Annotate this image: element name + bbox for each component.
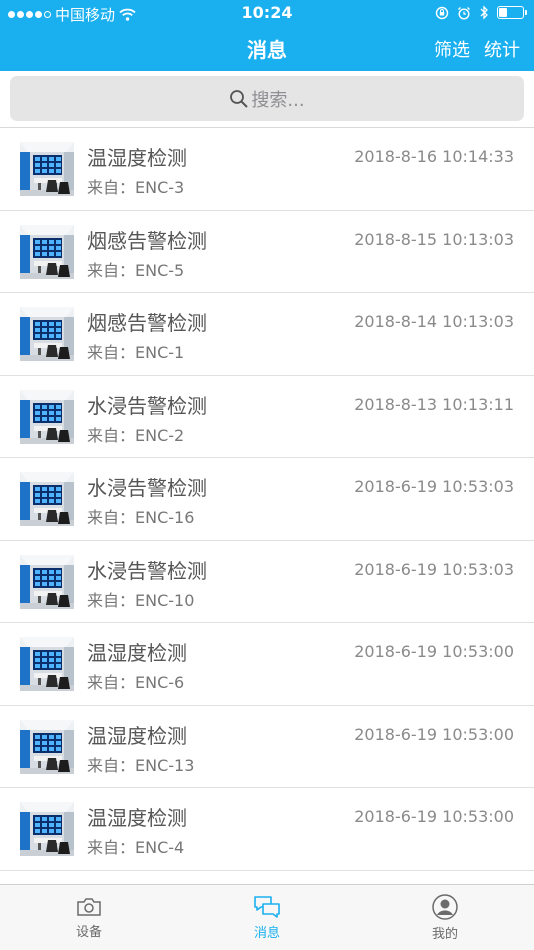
message-time: 2018-6-19 10:53:03 bbox=[354, 477, 514, 496]
alarm-icon bbox=[458, 6, 470, 20]
room-thumbnail bbox=[20, 389, 74, 444]
message-source: 来自：ENC-5 bbox=[87, 260, 185, 280]
list-item[interactable]: 烟感告警检测 来自：ENC-1 2018-8-14 10:13:03 bbox=[0, 293, 534, 376]
stats-button[interactable]: 统计 bbox=[484, 36, 520, 62]
tab-profile[interactable]: 我的 bbox=[356, 885, 534, 950]
list-item[interactable]: 温湿度检测 来自：ENC-3 2018-8-16 10:14:33 bbox=[0, 128, 534, 211]
message-source: 来自：ENC-2 bbox=[87, 425, 185, 445]
list-item[interactable]: 温湿度检测 来自：ENC-13 2018-6-19 10:53:00 bbox=[0, 706, 534, 788]
message-source: 来自：ENC-10 bbox=[87, 590, 195, 610]
message-title: 水浸告警检测 bbox=[87, 393, 207, 418]
message-title: 温湿度检测 bbox=[87, 723, 187, 748]
profile-icon bbox=[432, 894, 458, 920]
message-title: 温湿度检测 bbox=[87, 806, 187, 830]
message-time: 2018-8-16 10:14:33 bbox=[354, 147, 514, 166]
message-source: 来自：ENC-4 bbox=[87, 838, 185, 857]
message-source: 来自：ENC-1 bbox=[87, 343, 185, 362]
message-time: 2018-8-13 10:13:11 bbox=[354, 394, 514, 414]
search-input[interactable]: 搜索... bbox=[10, 76, 524, 121]
list-item[interactable]: 水浸告警检测 来自：ENC-2 2018-8-13 10:13:11 bbox=[0, 376, 534, 458]
room-thumbnail bbox=[20, 554, 74, 609]
message-time: 2018-8-14 10:13:03 bbox=[354, 312, 514, 331]
nav-actions: 筛选 统计 bbox=[434, 36, 520, 62]
message-time: 2018-8-15 10:13:03 bbox=[354, 229, 514, 249]
room-thumbnail bbox=[20, 307, 74, 361]
status-right bbox=[435, 5, 527, 20]
message-title: 烟感告警检测 bbox=[87, 228, 207, 253]
room-thumbnail bbox=[20, 802, 74, 856]
chat-icon bbox=[254, 896, 280, 918]
message-title: 温湿度检测 bbox=[87, 641, 187, 665]
search-placeholder: 搜索... bbox=[251, 89, 305, 111]
status-bar: 中国移动 10:24 bbox=[0, 0, 534, 26]
message-source: 来自：ENC-13 bbox=[87, 755, 195, 775]
tab-label: 设备 bbox=[75, 925, 102, 940]
message-title: 温湿度检测 bbox=[87, 146, 187, 170]
tab-devices[interactable]: 设备 bbox=[0, 885, 178, 950]
list-item[interactable]: 温湿度检测 来自：ENC-6 2018-6-19 10:53:00 bbox=[0, 623, 534, 706]
message-source: 来自：ENC-6 bbox=[87, 673, 185, 692]
tab-bar: 设备 消息 我的 bbox=[0, 884, 534, 950]
message-source: 来自：ENC-3 bbox=[87, 178, 185, 197]
list-item[interactable]: 水浸告警检测 来自：ENC-16 2018-6-19 10:53:03 bbox=[0, 458, 534, 541]
room-thumbnail bbox=[20, 224, 74, 279]
list-item[interactable]: 水浸告警检测 来自：ENC-10 2018-6-19 10:53:03 bbox=[0, 541, 534, 623]
message-time: 2018-6-19 10:53:03 bbox=[354, 559, 514, 579]
message-time: 2018-6-19 10:53:00 bbox=[354, 807, 514, 826]
room-thumbnail bbox=[20, 142, 74, 196]
battery-icon bbox=[497, 6, 527, 19]
message-title: 水浸告警检测 bbox=[87, 558, 207, 583]
tab-messages[interactable]: 消息 bbox=[178, 885, 356, 950]
header: 中国移动 10:24 消息 筛选 统计 bbox=[0, 0, 534, 71]
message-title: 烟感告警检测 bbox=[87, 311, 207, 335]
room-thumbnail bbox=[20, 719, 74, 774]
message-title: 水浸告警检测 bbox=[87, 476, 207, 500]
camera-icon bbox=[77, 898, 101, 916]
message-list: 温湿度检测 来自：ENC-3 2018-8-16 10:14:33 烟感告警检测… bbox=[0, 128, 534, 884]
filter-button[interactable]: 筛选 bbox=[434, 36, 470, 62]
list-item[interactable]: 烟感告警检测 来自：ENC-5 2018-8-15 10:13:03 bbox=[0, 211, 534, 293]
room-thumbnail bbox=[20, 637, 74, 691]
list-item[interactable]: 温湿度检测 来自：ENC-4 2018-6-19 10:53:00 bbox=[0, 788, 534, 871]
room-thumbnail bbox=[20, 472, 74, 526]
message-time: 2018-6-19 10:53:00 bbox=[354, 724, 514, 744]
search-area: 搜索... bbox=[0, 71, 534, 128]
tab-label: 我的 bbox=[431, 927, 458, 942]
orientation-lock-icon bbox=[435, 6, 449, 19]
search-icon bbox=[230, 89, 249, 108]
tab-label: 消息 bbox=[253, 926, 280, 941]
bluetooth-icon bbox=[480, 5, 488, 20]
message-source: 来自：ENC-16 bbox=[87, 508, 195, 527]
message-time: 2018-6-19 10:53:00 bbox=[354, 642, 514, 661]
